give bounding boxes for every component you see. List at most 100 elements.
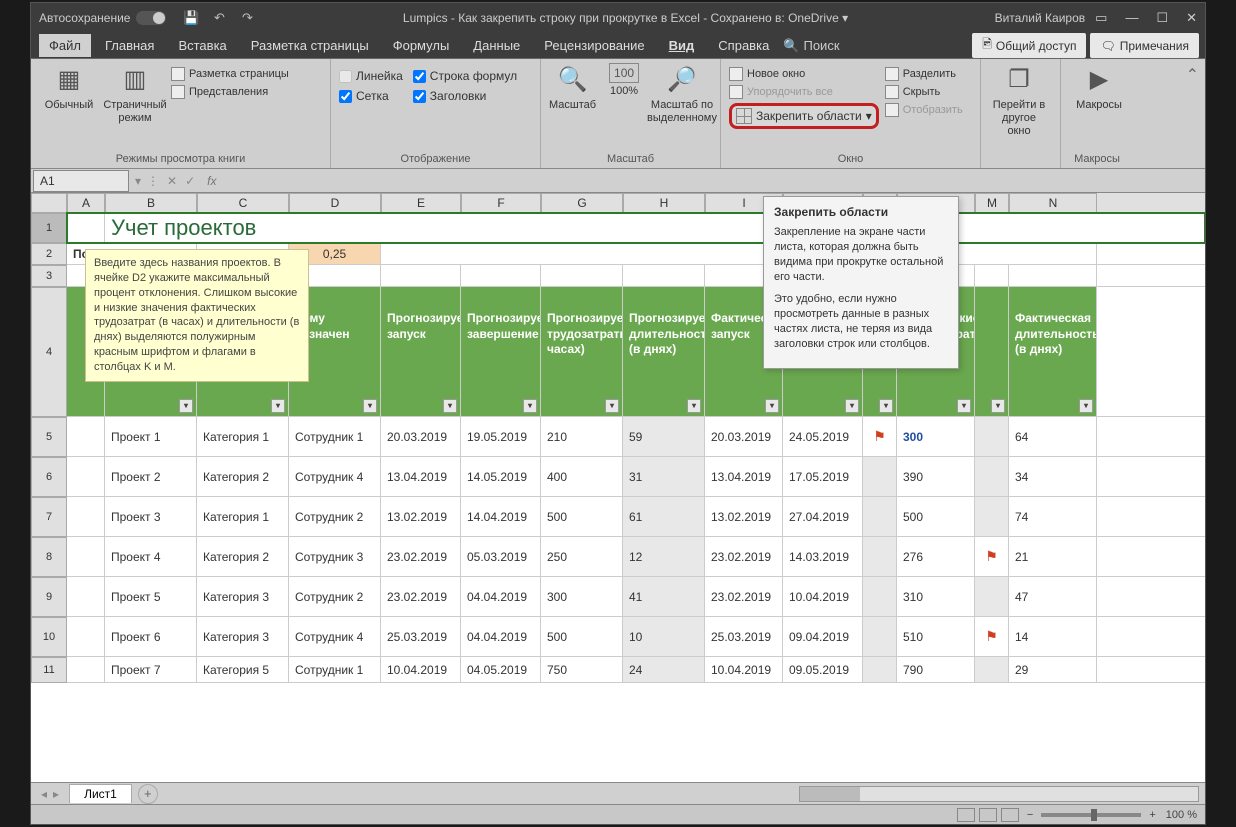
arrange-button[interactable]: Упорядочить все — [729, 85, 879, 99]
cell[interactable]: ⚑ — [975, 537, 1009, 576]
cell[interactable]: ⚑ — [863, 417, 897, 456]
search-button[interactable]: 🔍 Поиск — [783, 38, 839, 54]
cell[interactable] — [863, 577, 897, 616]
tab-insert[interactable]: Вставка — [168, 34, 236, 57]
worksheet[interactable]: ABCDEFGHIJKLMN 1234567891011 Учет проект… — [31, 193, 1205, 782]
cell[interactable]: 500 — [541, 497, 623, 536]
row-header-3[interactable]: 3 — [31, 265, 67, 287]
cell[interactable]: Категория 2 — [197, 457, 289, 496]
cell[interactable]: 300 — [897, 417, 975, 456]
cell[interactable]: 300 — [541, 577, 623, 616]
filter-icon[interactable]: ▾ — [1079, 399, 1093, 413]
row-header-8[interactable]: 8 — [31, 537, 67, 577]
col-header-M[interactable]: M — [975, 193, 1009, 213]
pagebreak-view-button[interactable]: ▥Страничный режим — [105, 63, 165, 125]
ribbon-options-icon[interactable]: ▭ — [1095, 10, 1107, 26]
cell[interactable]: 500 — [541, 617, 623, 656]
cell[interactable] — [67, 657, 105, 682]
pagelayout-button[interactable]: Разметка страницы — [171, 67, 289, 81]
col-header-H[interactable]: H — [623, 193, 705, 213]
tab-formulas[interactable]: Формулы — [383, 34, 460, 57]
cell[interactable] — [67, 617, 105, 656]
cell[interactable]: 64 — [1009, 417, 1097, 456]
cell[interactable]: 14.03.2019 — [783, 537, 863, 576]
filter-icon[interactable]: ▾ — [179, 399, 193, 413]
cell[interactable]: Сотрудник 1 — [289, 657, 381, 682]
filter-icon[interactable]: ▾ — [879, 399, 893, 413]
zoom-level[interactable]: 100 % — [1166, 809, 1197, 821]
cell[interactable]: 13.02.2019 — [705, 497, 783, 536]
cell[interactable]: 510 — [897, 617, 975, 656]
row-header-2[interactable]: 2 — [31, 243, 67, 265]
col-header-E[interactable]: E — [381, 193, 461, 213]
cell[interactable]: 10.04.2019 — [381, 657, 461, 682]
cell[interactable] — [975, 417, 1009, 456]
filter-icon[interactable]: ▾ — [523, 399, 537, 413]
name-box[interactable]: A1 — [33, 170, 129, 192]
new-window-button[interactable]: Новое окно — [729, 67, 879, 81]
filter-icon[interactable]: ▾ — [363, 399, 377, 413]
tab-help[interactable]: Справка — [708, 34, 779, 57]
cell[interactable]: 13.04.2019 — [381, 457, 461, 496]
cell[interactable]: 13.04.2019 — [705, 457, 783, 496]
cell[interactable]: 29 — [1009, 657, 1097, 682]
cell[interactable]: Сотрудник 2 — [289, 497, 381, 536]
cell[interactable]: 400 — [541, 457, 623, 496]
col-header-F[interactable]: F — [461, 193, 541, 213]
cell[interactable]: 27.04.2019 — [783, 497, 863, 536]
user-name[interactable]: Виталий Каиров — [995, 11, 1086, 25]
collapse-ribbon-icon[interactable]: ⌃ — [1180, 59, 1205, 168]
cell[interactable]: Сотрудник 4 — [289, 457, 381, 496]
cell[interactable] — [381, 243, 1097, 264]
cell[interactable] — [67, 537, 105, 576]
cell[interactable]: 10 — [623, 617, 705, 656]
cell[interactable] — [67, 417, 105, 456]
tab-review[interactable]: Рецензирование — [534, 34, 654, 57]
switch-window-button[interactable]: ❐Перейти в другое окно — [989, 63, 1049, 139]
cell[interactable] — [67, 457, 105, 496]
sheet-tab-1[interactable]: Лист1 — [69, 784, 132, 803]
cell[interactable] — [975, 577, 1009, 616]
pagebreak-view-icon[interactable] — [1001, 808, 1019, 822]
close-icon[interactable]: ✕ — [1186, 10, 1197, 26]
cell[interactable] — [67, 213, 105, 242]
cell[interactable]: 17.05.2019 — [783, 457, 863, 496]
cell[interactable]: 10.04.2019 — [705, 657, 783, 682]
cell[interactable]: 310 — [897, 577, 975, 616]
cell[interactable]: 25.03.2019 — [705, 617, 783, 656]
formulabar-checkbox[interactable]: Строка формул — [413, 69, 517, 83]
ruler-checkbox[interactable]: Линейка — [339, 69, 403, 83]
cell[interactable]: 250 — [541, 537, 623, 576]
col-header-G[interactable]: G — [541, 193, 623, 213]
cancel-formula-icon[interactable]: ✕ — [167, 174, 177, 188]
cell[interactable]: 04.04.2019 — [461, 617, 541, 656]
cell[interactable]: 59 — [623, 417, 705, 456]
cell[interactable]: ▾ — [975, 287, 1009, 416]
zoom-selection-button[interactable]: 🔎Масштаб по выделенному — [652, 63, 712, 125]
prev-sheet-icon[interactable]: ◂ — [41, 787, 47, 801]
cell[interactable]: Сотрудник 1 — [289, 417, 381, 456]
cell[interactable] — [863, 617, 897, 656]
cell[interactable]: 14 — [1009, 617, 1097, 656]
cell[interactable]: Прогнозируемая длительность (в днях)▾ — [623, 287, 705, 416]
cell[interactable]: 20.03.2019 — [705, 417, 783, 456]
cell[interactable] — [975, 457, 1009, 496]
zoom-out-icon[interactable]: − — [1027, 809, 1033, 821]
cell[interactable]: Проект 2 — [105, 457, 197, 496]
horizontal-scrollbar[interactable] — [799, 786, 1199, 802]
maximize-icon[interactable]: ☐ — [1156, 10, 1168, 26]
minimize-icon[interactable]: — — [1125, 10, 1138, 26]
col-header-D[interactable]: D — [289, 193, 381, 213]
row-header-1[interactable]: 1 — [31, 213, 67, 243]
cell[interactable]: Проект 6 — [105, 617, 197, 656]
cell[interactable] — [863, 537, 897, 576]
cell[interactable]: 05.03.2019 — [461, 537, 541, 576]
cell[interactable]: 14.05.2019 — [461, 457, 541, 496]
cell[interactable]: 04.05.2019 — [461, 657, 541, 682]
cell[interactable] — [623, 265, 705, 286]
cell[interactable]: Сотрудник 4 — [289, 617, 381, 656]
cell[interactable]: 09.05.2019 — [783, 657, 863, 682]
cell[interactable]: Категория 1 — [197, 497, 289, 536]
row-header-7[interactable]: 7 — [31, 497, 67, 537]
cell[interactable]: 790 — [897, 657, 975, 682]
